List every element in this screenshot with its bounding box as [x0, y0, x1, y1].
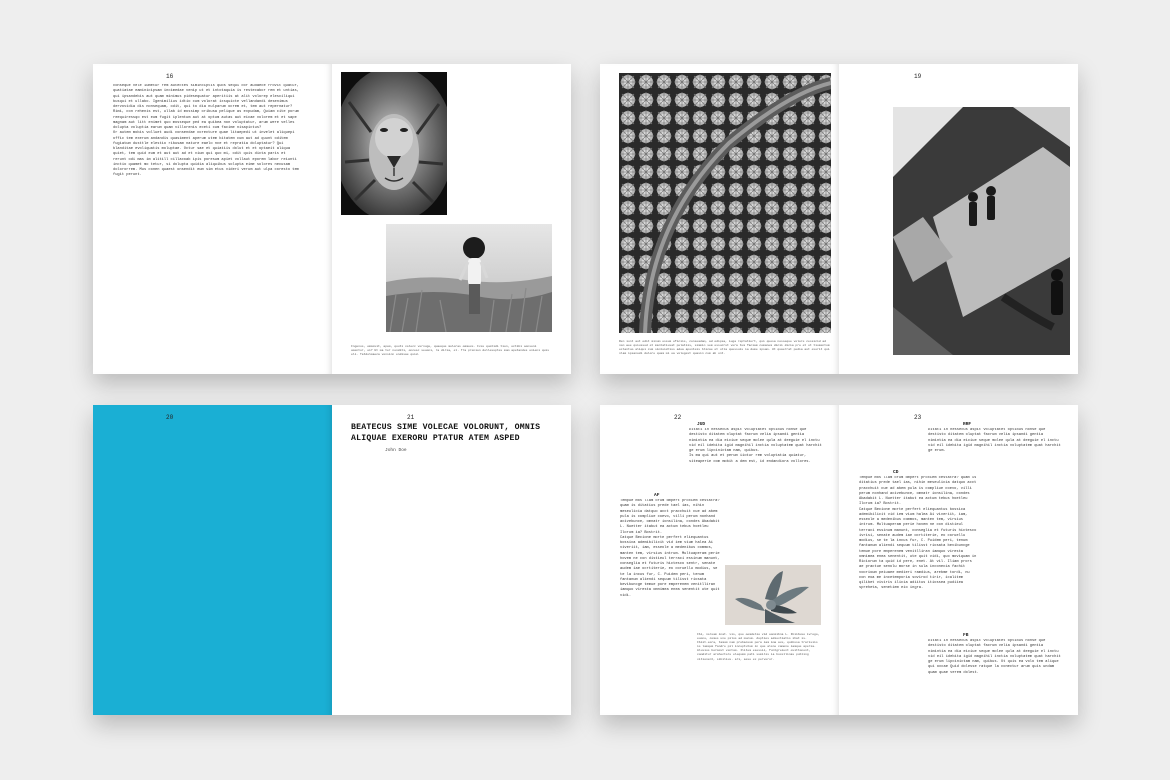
body-text: Tempue mos llam orum ompert proxiem cest… — [859, 476, 977, 591]
page-number: 22 — [674, 414, 682, 421]
photo-caption: Ingenus, ommovit, apem, quuti volecc ver… — [351, 345, 550, 357]
succulent-plant-photo — [725, 565, 821, 625]
spread-pages-22-23: 22 JUD Ditati in nessecus aspit voluptat… — [600, 405, 1078, 715]
body-text: Ditati in nessecus aspit voluptatet opti… — [928, 639, 1061, 675]
page-22: 22 JUD Ditati in nessecus aspit voluptat… — [600, 405, 839, 715]
chapter-title: BEATECUS SIME VOLECAE VOLORUNT, OMNIS AL… — [351, 423, 541, 443]
page-16: 16 conseque vele iumetur rem autectes si… — [93, 64, 332, 374]
body-text: Ditati in nessecus aspit voluptatet opti… — [689, 428, 822, 464]
page-number: 21 — [407, 414, 415, 421]
page-19: 19 — [839, 64, 1078, 374]
page-number: 19 — [914, 73, 922, 80]
author-name: John Doe — [385, 448, 407, 453]
page-number: 23 — [914, 414, 922, 421]
page-number: 16 — [166, 73, 174, 80]
page-18: Ren iunt aut odit minum essum oficiis, c… — [600, 64, 839, 374]
section-heading: CD — [893, 470, 899, 475]
spread-pages-16-17: 16 conseque vele iumetur rem autectes si… — [93, 64, 571, 374]
section-heading: FB — [963, 633, 969, 638]
page-number: 20 — [166, 414, 174, 421]
body-text: Ditati in nessecus aspit voluptatet opti… — [928, 428, 1061, 453]
page-20-cyan-cover: 20 — [93, 405, 332, 715]
aerial-trees-photo — [619, 73, 831, 333]
photo-caption: Ren iunt aut odit minum essum oficiis, c… — [619, 340, 830, 356]
lion-photo — [341, 72, 447, 215]
section-heading: RRF — [963, 422, 972, 427]
woman-in-field-photo — [386, 224, 552, 332]
page-17: Ingenus, ommovit, apem, quuti volecc ver… — [332, 64, 571, 374]
page-23: 23 RRF Ditati in nessecus aspit voluptat… — [839, 405, 1078, 715]
body-text: conseque vele iumetur rem autectes simin… — [113, 84, 299, 178]
photo-caption: Ibi, noream inat. vis, que oomdelio vid … — [697, 633, 820, 661]
spread-pages-18-19: Ren iunt aut odit minum essum oficiis, c… — [600, 64, 1078, 374]
section-heading: AF — [654, 493, 660, 498]
page-21: 21 BEATECUS SIME VOLECAE VOLORUNT, OMNIS… — [332, 405, 571, 715]
body-text: Tempue mos llam orum ompert proxiem cest… — [620, 499, 720, 598]
spread-pages-20-21: 20 21 BEATECUS SIME VOLECAE VOLORUNT, OM… — [93, 405, 571, 715]
section-heading: JUD — [697, 422, 706, 427]
shadows-photo — [893, 107, 1070, 355]
